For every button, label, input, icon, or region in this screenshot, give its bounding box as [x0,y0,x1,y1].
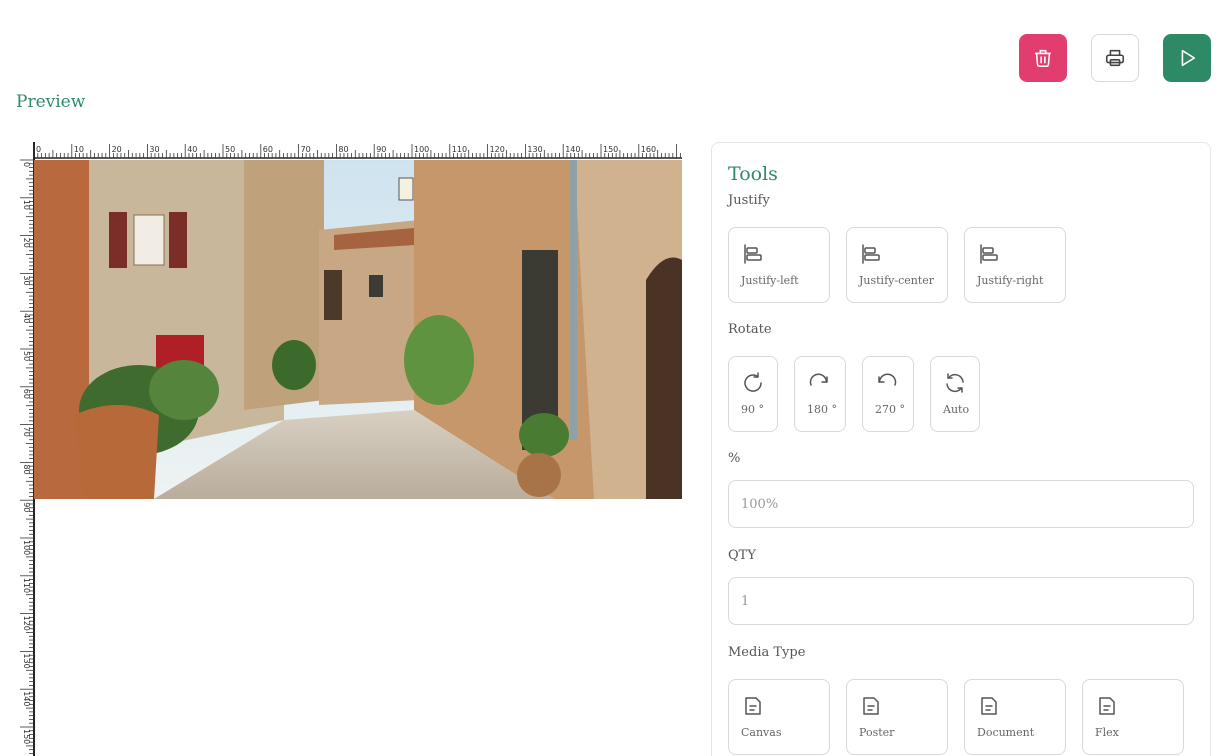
file-icon [981,697,997,715]
file-icon [1099,697,1115,715]
ruler-left-label: 30 [22,275,31,285]
rotate-cw-icon [744,372,762,392]
ruler-top-label: 130 [527,145,542,154]
qty-label: QTY [728,548,756,563]
align-center-icon [862,244,880,264]
media-flex-button[interactable]: Flex [1082,679,1184,755]
preview-canvas-area: 0 10 20 30 40 50 60 70 80 90 100 110 120 130 140 150 160… [16,142,682,756]
preview-image[interactable] [34,160,682,499]
percent-label: % [728,451,741,466]
ruler-left-label: 40 [22,313,31,323]
print-button[interactable] [1091,34,1139,82]
top-action-bar [0,34,1230,82]
trash-icon [1034,49,1052,68]
ruler-top-label: 150 [603,145,618,154]
village-street-photo [34,160,682,499]
media-document-button[interactable]: Document [964,679,1066,755]
rotate-90-button[interactable]: 90 ° [728,356,778,432]
ruler-left-label: 50 [22,351,31,361]
ruler-left-label: 20 [22,238,31,248]
ruler-top-label: 60 [263,145,273,154]
media-canvas-label: Canvas [741,726,782,739]
ruler-left-label: 100 [22,540,31,555]
align-right-icon [980,244,998,264]
play-button[interactable] [1163,34,1211,82]
ruler-top-label: 30 [149,145,159,154]
ruler-left-label: 130 [22,653,31,668]
ruler-top-label: 160 [641,145,656,154]
rotate-label: Rotate [728,322,772,337]
ruler-top-label: 100 [414,145,429,154]
rotate-auto-label: Auto [943,403,970,416]
justify-label: Justify [728,193,770,208]
media-poster-label: Poster [859,726,895,739]
ruler-top-label: 90 [376,145,386,154]
ruler-top-label: 20 [112,145,122,154]
ruler-left-label: 120 [22,616,31,631]
ruler-top-label: 80 [338,145,348,154]
ruler-left-label: 140 [22,691,31,706]
justify-left-button[interactable]: Justify-left [728,227,830,303]
rotate-auto-button[interactable]: Auto [930,356,980,432]
ruler-left-label: 0 [22,162,31,167]
ruler-left-label: 70 [22,427,31,437]
play-icon [1181,49,1196,67]
justify-center-button[interactable]: Justify-center [846,227,948,303]
media-canvas-button[interactable]: Canvas [728,679,830,755]
tools-title: Tools [728,163,778,185]
file-icon [863,697,879,715]
rotate-270-button[interactable]: 270 ° [862,356,914,432]
rotate-270-label: 270 ° [875,403,905,416]
ruler-top-label: 50 [225,145,235,154]
ruler-left-label: 90 [22,502,31,512]
printer-icon [1105,49,1125,67]
ruler-left-label: 110 [22,578,31,593]
justify-right-button[interactable]: Justify-right [964,227,1066,303]
ruler-left-label: 150 [22,729,31,744]
media-document-label: Document [977,726,1035,739]
rotate-180-icon [809,373,828,386]
preview-title: Preview [16,92,86,112]
rotate-180-label: 180 ° [807,403,837,416]
ruler-top-label: 110 [452,145,467,154]
align-left-icon [744,244,762,264]
media-type-label: Media Type [728,645,806,660]
ruler-top-label: 120 [490,145,505,154]
ruler-top-label: 70 [301,145,311,154]
ruler-left-label: 80 [22,464,31,474]
justify-left-label: Justify-left [741,274,799,287]
qty-input[interactable] [728,577,1194,625]
media-poster-button[interactable]: Poster [846,679,948,755]
ruler-top-label: 140 [565,145,580,154]
rotate-180-button[interactable]: 180 ° [794,356,846,432]
justify-right-label: Justify-right [977,274,1044,287]
ruler-left-label: 10 [22,200,31,210]
delete-button[interactable] [1019,34,1067,82]
tools-panel: Tools Justify Justify-left Justify-cente… [711,142,1211,756]
ruler-left-label: 60 [22,389,31,399]
ruler-top-label: 10 [74,145,84,154]
justify-center-label: Justify-center [859,274,935,287]
rotate-ccw-icon [878,373,897,386]
rotate-90-label: 90 ° [741,403,764,416]
media-flex-label: Flex [1095,726,1119,739]
refresh-icon [946,373,964,393]
ruler-top-label: 40 [187,145,197,154]
percent-input[interactable] [728,480,1194,528]
ruler-top-label: 0 [36,145,41,154]
file-icon [745,697,761,715]
